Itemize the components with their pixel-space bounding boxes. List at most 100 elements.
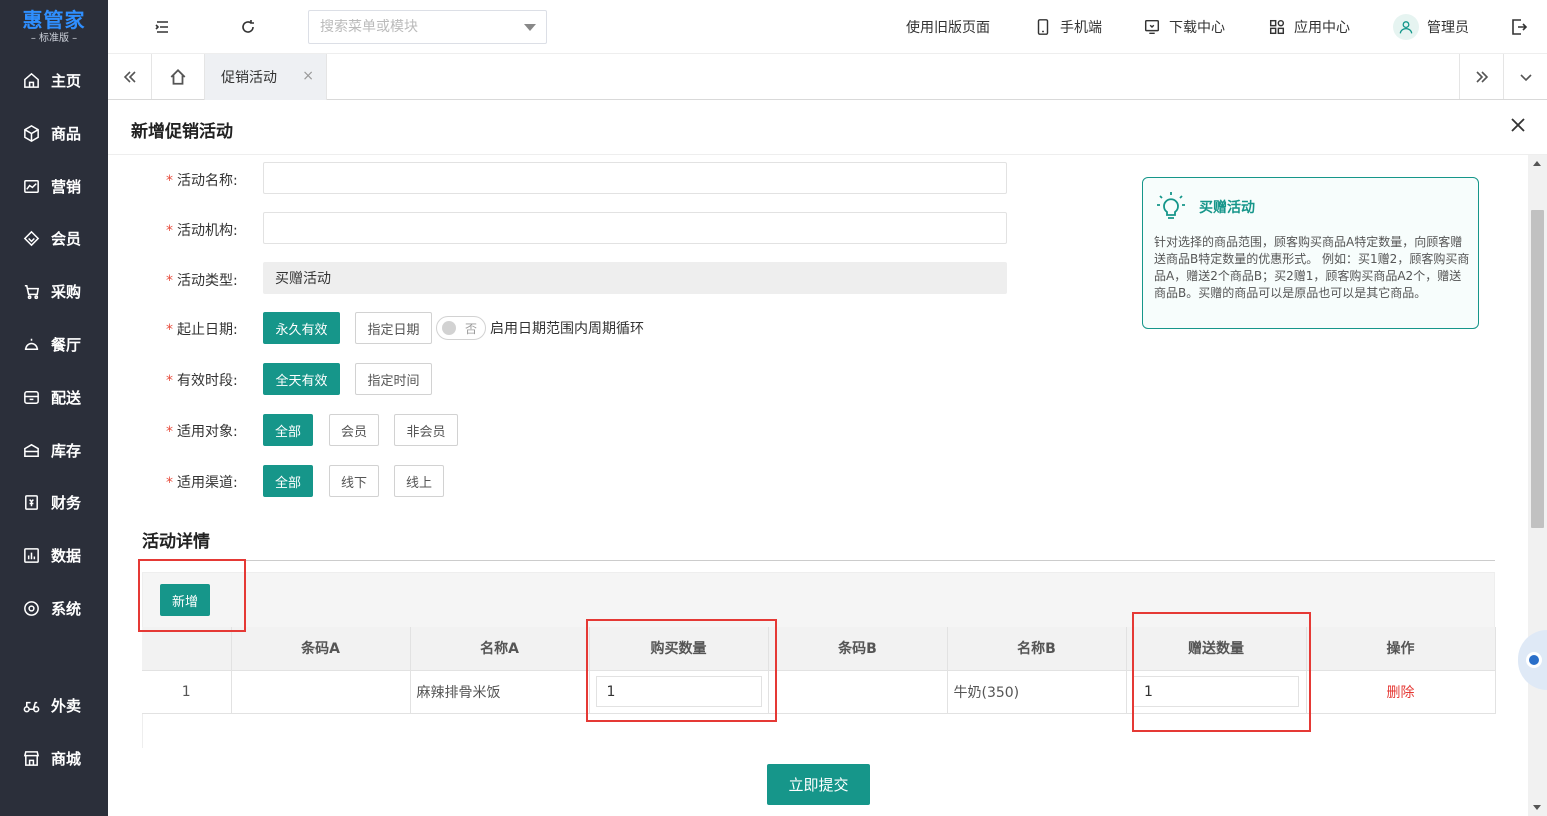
tab-menu-dropdown[interactable] xyxy=(1503,54,1547,99)
user-icon xyxy=(1399,21,1413,34)
tab-home[interactable] xyxy=(152,54,204,99)
period-allday-button[interactable]: 全天有效 xyxy=(263,363,340,395)
target-member-button[interactable]: 会员 xyxy=(329,414,379,446)
download-center-link[interactable]: 下载中心 xyxy=(1143,0,1225,54)
data-icon xyxy=(24,547,39,563)
channel-offline-button[interactable]: 线下 xyxy=(329,465,379,497)
tab-promotion[interactable]: 促销活动 × xyxy=(204,54,327,100)
mobile-link[interactable]: 手机端 xyxy=(1034,0,1102,54)
refresh-icon[interactable] xyxy=(238,17,258,37)
col-index-header xyxy=(142,627,232,671)
toggle-state-text: 否 xyxy=(465,322,478,336)
activity-org-input[interactable] xyxy=(263,212,1007,244)
target-all-button[interactable]: 全部 xyxy=(263,414,313,446)
sidebar-item-inventory[interactable]: 库存 xyxy=(0,430,108,470)
sidebar-item-label: 商城 xyxy=(51,749,82,768)
target-nonmember-button[interactable]: 非会员 xyxy=(394,414,458,446)
valid-period-label: * 有效时段: xyxy=(166,373,238,389)
cloche-icon xyxy=(24,338,39,350)
chart-icon xyxy=(24,179,39,193)
sidebar-item-members[interactable]: 会员 xyxy=(0,218,108,258)
settings-icon xyxy=(24,600,39,616)
channel-all-button[interactable]: 全部 xyxy=(263,465,313,497)
col-barcode-a-header: 条码A xyxy=(231,627,411,671)
date-specific-button[interactable]: 指定日期 xyxy=(355,312,432,344)
sidebar-item-label: 财务 xyxy=(51,493,82,512)
logout-icon[interactable] xyxy=(1509,17,1529,37)
activity-name-input[interactable] xyxy=(263,162,1007,194)
sidebar-item-home[interactable]: 主页 xyxy=(0,60,108,100)
home-icon xyxy=(170,68,186,85)
user-menu[interactable]: 管理员 xyxy=(1393,0,1469,54)
info-title: 买赠活动 xyxy=(1199,200,1255,216)
row-gift-qty-cell xyxy=(1126,670,1307,714)
chevron-down-icon[interactable] xyxy=(524,24,536,31)
table-empty-space xyxy=(142,714,1495,748)
modal-title: 新增促销活动 xyxy=(131,122,233,142)
modal-scrollbar[interactable] xyxy=(1528,155,1547,816)
col-action-header: 操作 xyxy=(1306,627,1496,671)
buy-qty-input[interactable] xyxy=(595,676,762,707)
app-logo[interactable]: 惠管家 – 标准版 – xyxy=(0,0,108,54)
sidebar-item-label: 餐厅 xyxy=(51,335,82,354)
mobile-label: 手机端 xyxy=(1060,20,1102,36)
channel-label: * 适用渠道: xyxy=(166,475,238,491)
sidebar-item-data[interactable]: 数据 xyxy=(0,535,108,575)
activity-info-card: 买赠活动 针对选择的商品范围，顾客购买商品A特定数量，向顾客赠送商品B特定数量的… xyxy=(1142,177,1479,329)
old-page-link[interactable]: 使用旧版页面 xyxy=(906,0,990,54)
target-label: * 适用对象: xyxy=(166,424,238,440)
collapse-menu-icon[interactable] xyxy=(152,17,172,37)
sidebar-item-purchase[interactable]: 采购 xyxy=(0,271,108,311)
col-gift-qty-header: 赠送数量 xyxy=(1126,627,1307,671)
sidebar-item-delivery[interactable]: 配送 xyxy=(0,377,108,417)
add-row-button[interactable]: 新增 xyxy=(160,584,210,616)
scroll-down-arrow[interactable] xyxy=(1533,805,1541,810)
gift-qty-input[interactable] xyxy=(1133,676,1299,707)
sidebar-item-finance[interactable]: 财务 xyxy=(0,482,108,522)
top-bar: 使用旧版页面 手机端 下载中心 应用中心 管理员 xyxy=(108,0,1547,54)
submit-button[interactable]: 立即提交 xyxy=(767,764,870,805)
cycle-toggle[interactable]: 否 xyxy=(436,316,486,340)
tab-bar: 促销活动 × xyxy=(108,54,1547,100)
scooter-icon xyxy=(23,701,40,712)
col-name-b-header: 名称B xyxy=(947,627,1127,671)
sidebar-item-restaurant[interactable]: 餐厅 xyxy=(0,324,108,364)
sidebar-item-takeout[interactable]: 外卖 xyxy=(0,685,108,725)
channel-online-button[interactable]: 线上 xyxy=(394,465,444,497)
app-center-label: 应用中心 xyxy=(1294,20,1350,36)
sidebar-item-mall[interactable]: 商城 xyxy=(0,738,108,778)
sidebar: 惠管家 – 标准版 – 主页 商品 营销 会员 采购 餐厅 配送 库存 财务 数… xyxy=(0,0,108,816)
period-specific-button[interactable]: 指定时间 xyxy=(355,363,432,395)
date-range-label: * 起止日期: xyxy=(166,322,238,338)
chevron-down-icon xyxy=(1519,73,1532,81)
delete-row-link[interactable]: 删除 xyxy=(1387,685,1415,701)
row-action-cell: 删除 xyxy=(1306,670,1496,714)
activity-org-label: * 活动机构: xyxy=(166,223,238,239)
lightbulb-icon xyxy=(1155,190,1187,222)
row-barcode-b xyxy=(768,670,948,714)
table-header-row: 条码A 名称A 购买数量 条码B 名称B 赠送数量 操作 xyxy=(142,627,1496,671)
close-icon[interactable]: × xyxy=(302,68,314,84)
sidebar-item-products[interactable]: 商品 xyxy=(0,113,108,153)
row-name-a: 麻辣排骨米饭 xyxy=(410,670,590,714)
modal-close-button[interactable] xyxy=(1509,116,1529,136)
detail-section-title: 活动详情 xyxy=(142,532,210,552)
menu-search-box xyxy=(308,10,547,44)
menu-search-input[interactable] xyxy=(320,19,510,35)
logo-main-text: 惠管家 xyxy=(22,8,86,32)
sidebar-item-label: 主页 xyxy=(51,71,82,90)
scroll-thumb[interactable] xyxy=(1531,210,1544,528)
logo-sub-text: – 标准版 – xyxy=(30,33,78,44)
scroll-up-arrow[interactable] xyxy=(1533,161,1541,166)
finance-icon xyxy=(25,494,38,510)
mobile-icon xyxy=(1037,19,1049,35)
tab-scroll-left-button[interactable] xyxy=(108,54,152,99)
sidebar-item-marketing[interactable]: 营销 xyxy=(0,166,108,206)
double-chevron-right-icon xyxy=(1475,70,1488,83)
tab-scroll-right-button[interactable] xyxy=(1459,54,1503,99)
date-forever-button[interactable]: 永久有效 xyxy=(263,312,340,344)
box-icon xyxy=(24,124,39,142)
sidebar-item-system[interactable]: 系统 xyxy=(0,588,108,628)
app-center-link[interactable]: 应用中心 xyxy=(1268,0,1350,54)
delivery-icon xyxy=(24,390,39,404)
